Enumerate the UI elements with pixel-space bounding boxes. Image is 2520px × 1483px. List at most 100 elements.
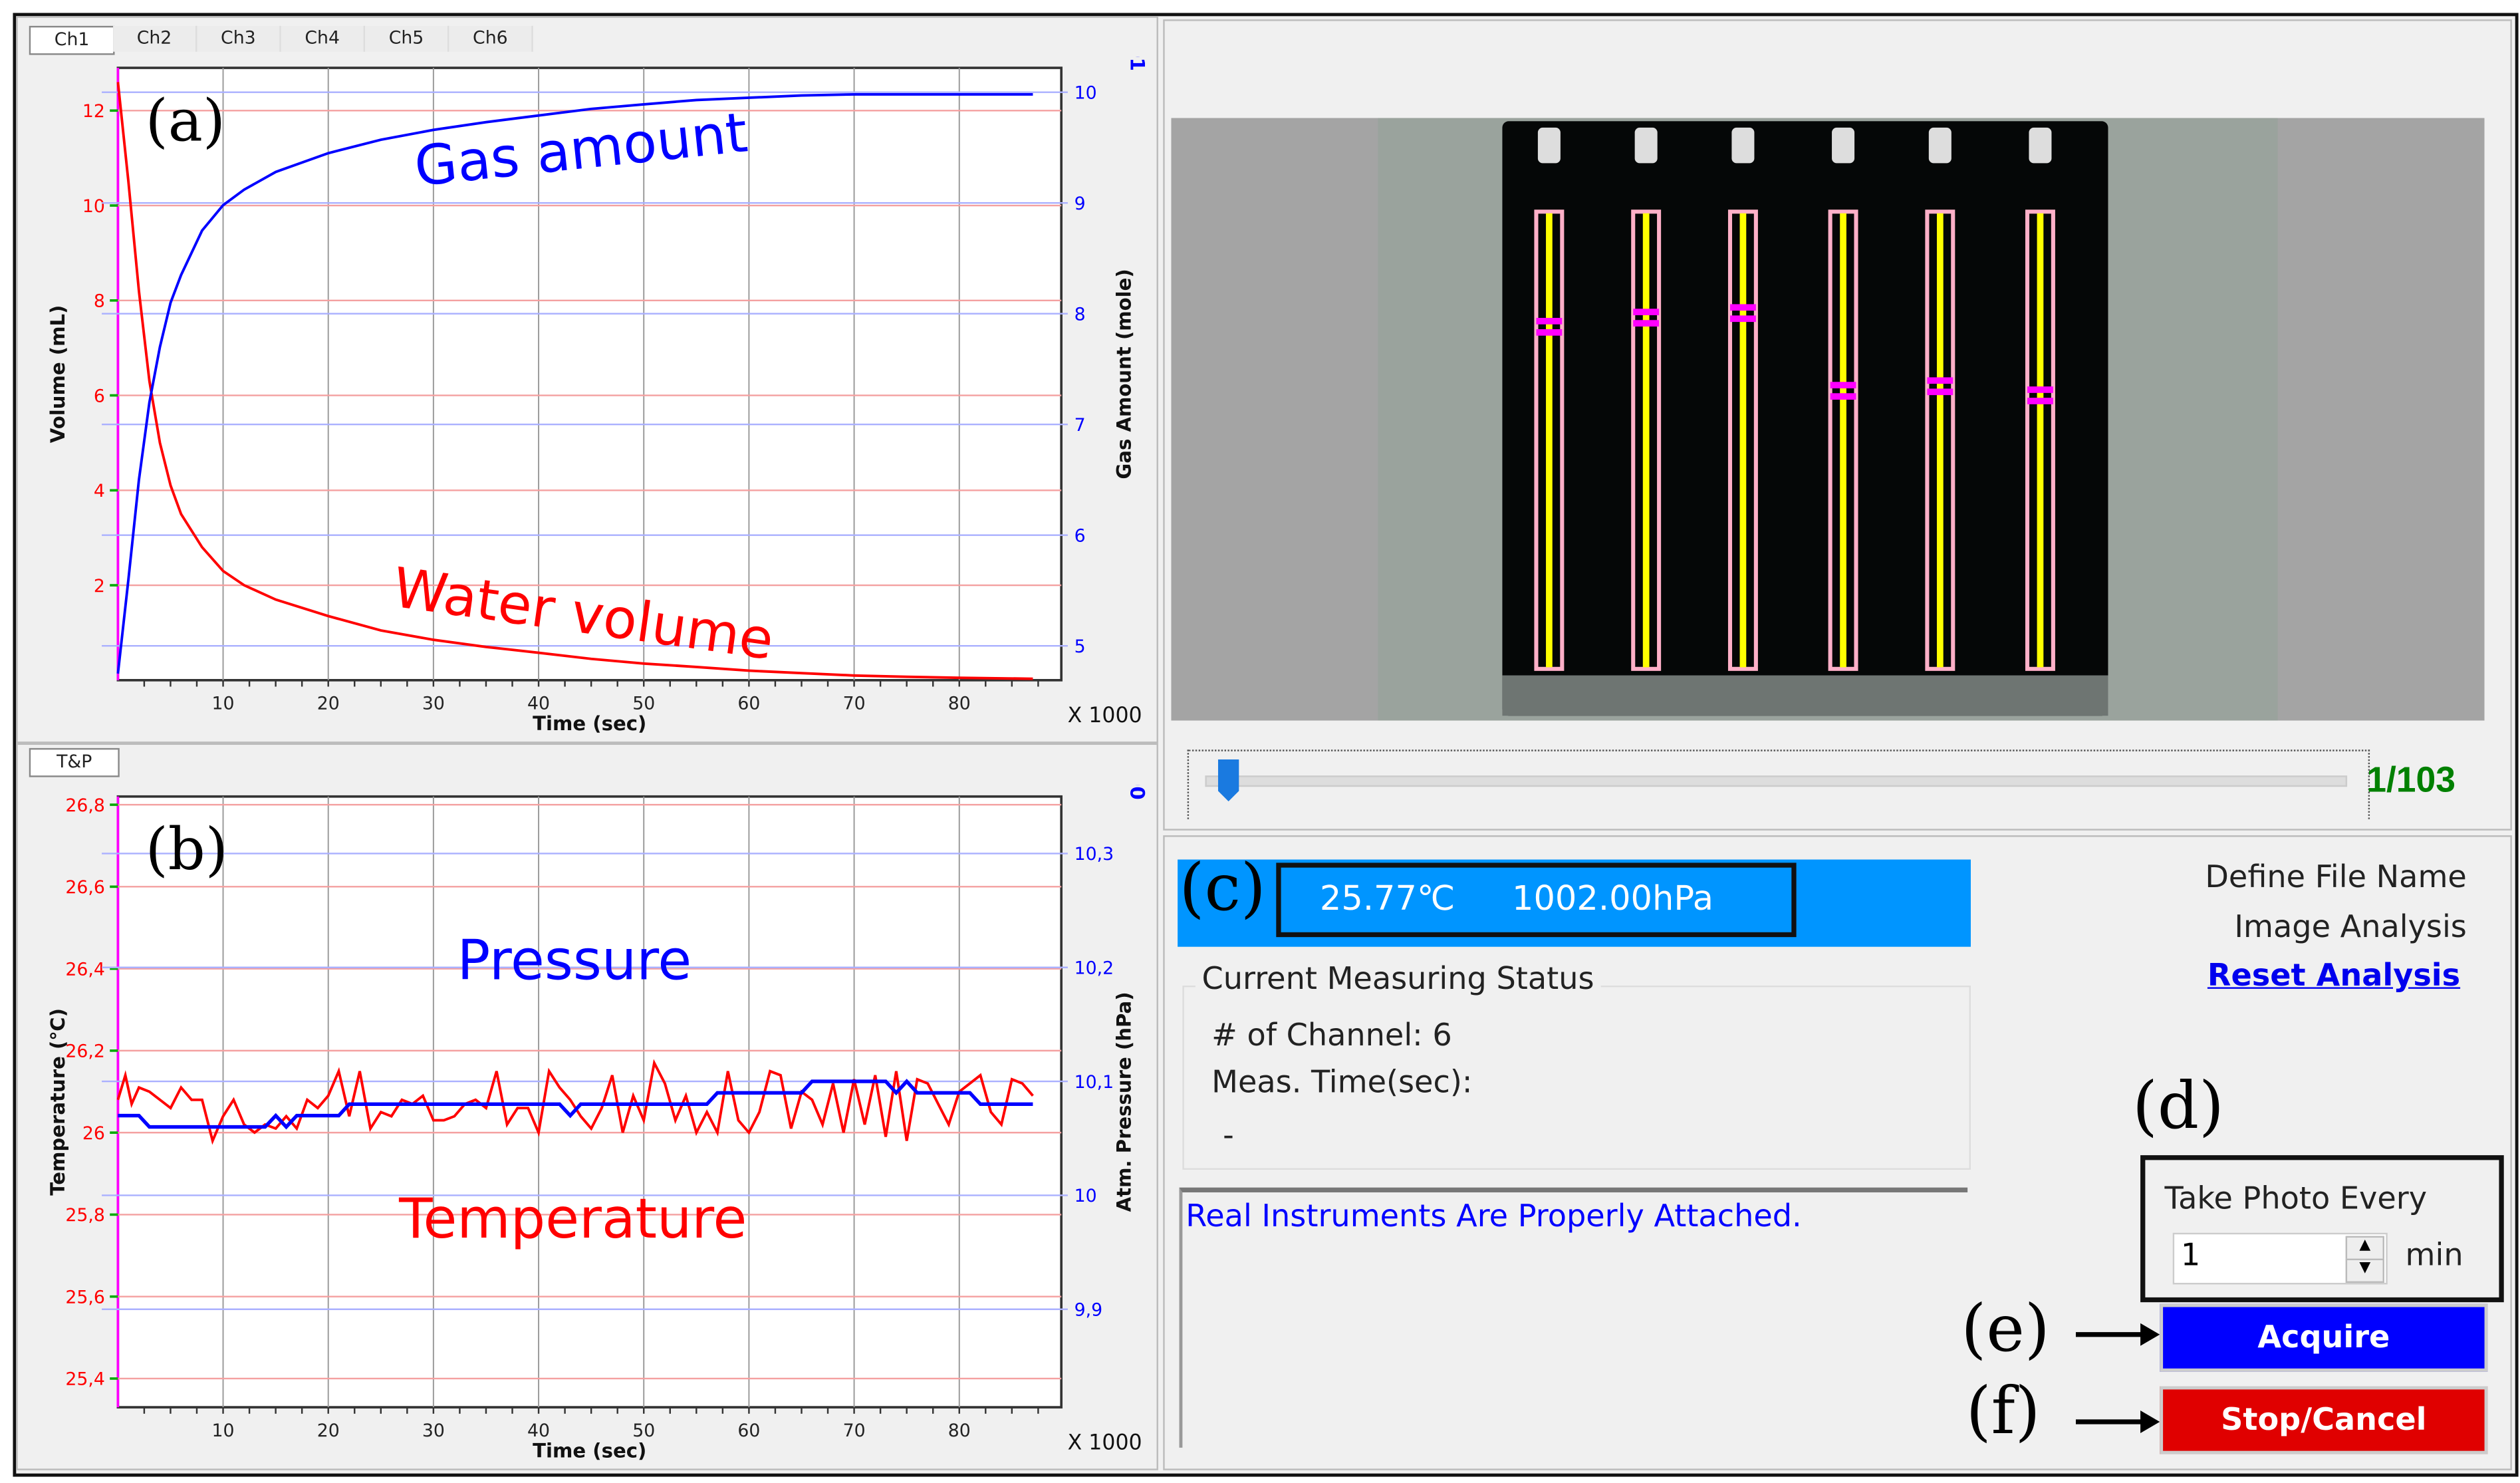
y-axis-label: Temperature (℃)	[47, 1008, 69, 1196]
tab-ch6[interactable]: Ch6	[449, 25, 533, 52]
x-tick-label: 70	[843, 694, 866, 714]
slider-track	[1205, 775, 2348, 787]
plot-area	[116, 795, 1063, 1409]
photo-interval-spinner[interactable]: 1 ▲ ▼	[2172, 1232, 2388, 1285]
y2-multiplier: X 100	[1126, 785, 1149, 800]
x-tick-label: 30	[422, 694, 445, 714]
meas-time-label: Meas. Time(sec):	[1211, 1065, 1473, 1101]
x-tick-label: 60	[737, 694, 760, 714]
y-tick-label: 4	[94, 481, 105, 501]
x-tick-label: 80	[948, 694, 971, 714]
readout-box: 25.77℃ 1002.00hPa	[1276, 863, 1797, 938]
photo-interval-input[interactable]: 1	[2181, 1238, 2200, 1273]
reset-analysis-link[interactable]: Reset Analysis	[2207, 958, 2460, 994]
level-marker	[1927, 388, 1953, 396]
tube-cap	[1928, 127, 1952, 164]
y-tick-label: 26,2	[65, 1041, 104, 1062]
x-multiplier: X 1000	[1068, 704, 1142, 728]
log-message: Real Instruments Are Properly Attached.	[1186, 1198, 1802, 1235]
y-tick-label: 10	[82, 196, 105, 217]
y-tick-label: 25,4	[65, 1369, 104, 1390]
slider-thumb[interactable]	[1217, 759, 1239, 802]
pressure-readout: 1002.00hPa	[1512, 878, 1714, 918]
frame-slider[interactable]	[1187, 749, 2370, 819]
annotation-f: (f)	[1965, 1375, 2041, 1450]
y-tick-label: 26,4	[65, 959, 104, 980]
y-tick-label: 6	[94, 386, 105, 406]
frame-counter: 1/103	[2366, 759, 2456, 800]
acquire-button[interactable]: Acquire	[2160, 1303, 2488, 1372]
tube-cap	[1634, 127, 1658, 164]
x-tick-label: 20	[317, 694, 340, 714]
x-tick-label: 20	[317, 1420, 340, 1441]
y2-tick-label: 7	[1074, 415, 1086, 436]
x-tick-label: 40	[527, 694, 550, 714]
panel-label: (a)	[146, 86, 225, 154]
y-tick-label: 25,6	[65, 1287, 104, 1307]
x-tick-label: 10	[212, 1420, 235, 1441]
x-tick-label: 60	[737, 1420, 760, 1441]
log-box[interactable]: Real Instruments Are Properly Attached.	[1179, 1187, 1968, 1448]
x-tick-label: 10	[212, 694, 235, 714]
y-tick-label: 26,8	[65, 795, 104, 816]
tab-ch2[interactable]: Ch2	[113, 25, 197, 52]
level-marker	[1536, 329, 1563, 336]
y2-tick-label: 10	[1074, 1186, 1097, 1206]
tube-cap	[2029, 127, 2052, 164]
y2-tick-label: 9,9	[1074, 1299, 1102, 1320]
meas-time-value: -	[1223, 1118, 1234, 1154]
x-tick-label: 50	[632, 694, 655, 714]
chart-a: 10 20 30 40 50 60 70 80 2 4 6 8 10 12 5 6 7 8 9 10 Time (sec…	[47, 57, 1149, 735]
tab-ch4[interactable]: Ch4	[281, 25, 366, 52]
tab-t-and-p[interactable]: T&P	[29, 747, 120, 777]
y2-axis-label: Atm. Pressure (hPa)	[1113, 992, 1136, 1212]
level-marker	[1927, 377, 1953, 384]
tube-cap	[1731, 127, 1755, 164]
status-title: Current Measuring Status	[1195, 961, 1601, 998]
y2-tick-label: 10,3	[1074, 844, 1114, 865]
annotation-d: (d)	[2132, 1069, 2225, 1145]
level-marker	[1633, 309, 1660, 315]
y2-tick-label: 5	[1074, 636, 1086, 657]
x-tick-label: 30	[422, 1420, 445, 1441]
y2-axis-label: Gas Amount (mole)	[1113, 269, 1136, 479]
level-marker	[2027, 386, 2053, 393]
tab-ch5[interactable]: Ch5	[365, 25, 449, 52]
x-tick-label: 50	[632, 1420, 655, 1441]
tab-ch3[interactable]: Ch3	[197, 25, 281, 52]
x-tick-label: 70	[843, 1420, 866, 1441]
spin-up-icon[interactable]: ▲	[2345, 1236, 2384, 1261]
level-marker	[1830, 382, 1856, 388]
x-tick-label: 80	[948, 1420, 971, 1441]
image-analysis-link[interactable]: Image Analysis	[2234, 910, 2466, 945]
photo-interval-box: Take Photo Every 1 ▲ ▼ min	[2140, 1155, 2504, 1303]
level-marker	[1830, 393, 1856, 400]
y-axis-label: Volume (mL)	[47, 305, 69, 444]
spin-down-icon[interactable]: ▼	[2345, 1258, 2384, 1283]
level-marker	[1729, 315, 1756, 323]
panel-label: (b)	[146, 815, 228, 883]
stop-cancel-button[interactable]: Stop/Cancel	[2160, 1386, 2488, 1454]
level-marker	[1633, 320, 1660, 327]
define-file-name-link[interactable]: Define File Name	[2205, 859, 2466, 894]
level-marker	[2027, 398, 2053, 404]
level-marker	[1536, 318, 1563, 325]
tube-cap	[1832, 127, 1855, 164]
y-tick-label: 25,8	[65, 1205, 104, 1226]
x-axis-label: Time (sec)	[533, 712, 646, 735]
y2-multiplier: X 0.0001	[1126, 57, 1149, 71]
arrow-e-icon	[2075, 1323, 2160, 1346]
x-axis-label: Time (sec)	[533, 1439, 646, 1462]
photo-interval-label: Take Photo Every	[2164, 1180, 2428, 1217]
y-tick-label: 8	[94, 291, 105, 312]
y-tick-label: 12	[82, 101, 105, 122]
x-multiplier: X 1000	[1068, 1430, 1142, 1454]
x-tick-label: 40	[527, 1420, 550, 1441]
pressure-annotation: Pressure	[457, 928, 692, 992]
tab-ch1[interactable]: Ch1	[29, 25, 115, 55]
tube-cap	[1537, 127, 1561, 164]
app-window: Ch1 Ch2 Ch3 Ch4 Ch5 Ch6 10 20 30 40 50 60 70 80 2 4 6 8 1…	[0, 0, 2520, 1483]
y-tick-label: 2	[94, 576, 105, 597]
temperature-annotation: Temperature	[398, 1187, 747, 1251]
channel-count: # of Channel: 6	[1211, 1017, 1452, 1054]
